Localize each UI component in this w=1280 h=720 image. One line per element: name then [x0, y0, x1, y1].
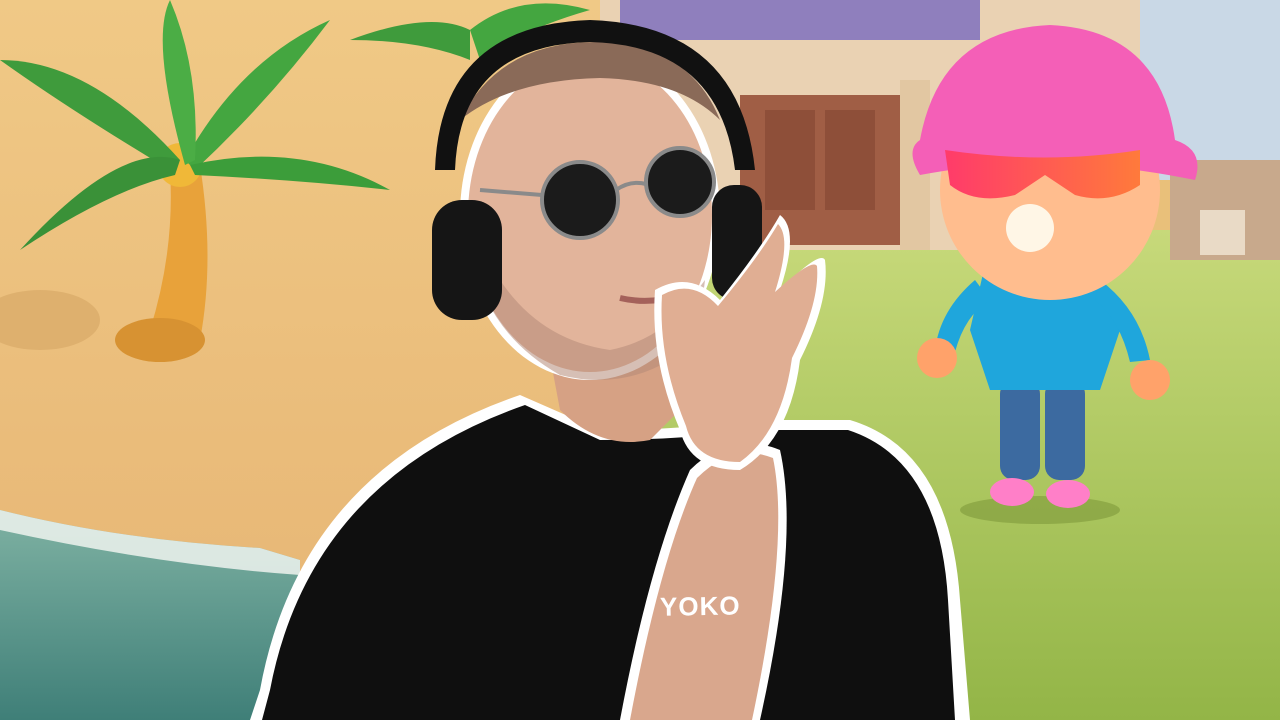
thumbnail-scene: YOKO: [0, 0, 1280, 720]
scene-illustration: [0, 0, 1280, 720]
shirt-logo-text: YOKO: [659, 590, 741, 622]
